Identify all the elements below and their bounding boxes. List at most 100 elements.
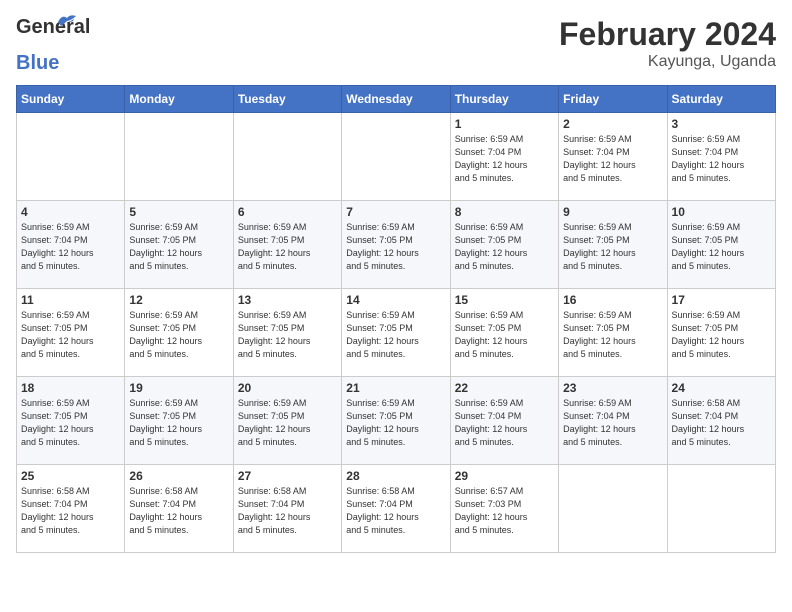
calendar-day-cell xyxy=(17,113,125,201)
day-info: Sunrise: 6:59 AM Sunset: 7:04 PM Dayligh… xyxy=(563,397,662,449)
day-info: Sunrise: 6:58 AM Sunset: 7:04 PM Dayligh… xyxy=(129,485,228,537)
calendar-day-cell: 14 Sunrise: 6:59 AM Sunset: 7:05 PM Dayli… xyxy=(342,289,450,377)
day-number: 16 xyxy=(563,293,662,307)
day-info: Sunrise: 6:59 AM Sunset: 7:05 PM Dayligh… xyxy=(563,309,662,361)
day-number: 7 xyxy=(346,205,445,219)
weekday-header-cell: Monday xyxy=(125,86,233,113)
calendar-week-row: 1Sunrise: 6:59 AM Sunset: 7:04 PM Daylig… xyxy=(17,113,776,201)
title-block: February 2024 Kayunga, Uganda xyxy=(559,16,776,71)
calendar-day-cell: 10Sunrise: 6:59 AM Sunset: 7:05 PM Dayli… xyxy=(667,201,775,289)
day-info: Sunrise: 6:59 AM Sunset: 7:05 PM Dayligh… xyxy=(238,309,337,361)
calendar-day-cell: 9Sunrise: 6:59 AM Sunset: 7:05 PM Daylig… xyxy=(559,201,667,289)
day-number: 18 xyxy=(21,381,120,395)
calendar-day-cell: 17 Sunrise: 6:59 AM Sunset: 7:05 PM Dayli… xyxy=(667,289,775,377)
day-number: 29 xyxy=(455,469,554,483)
day-number: 5 xyxy=(129,205,228,219)
logo: General Blue xyxy=(16,16,60,75)
calendar-day-cell: 3 Sunrise: 6:59 AM Sunset: 7:04 PM Daylig… xyxy=(667,113,775,201)
day-info: Sunrise: 6:59 AM Sunset: 7:04 PM Dayligh… xyxy=(455,133,554,185)
calendar-day-cell: 8 Sunrise: 6:59 AM Sunset: 7:05 PM Daylig… xyxy=(450,201,558,289)
month-year-title: February 2024 xyxy=(559,16,776,53)
logo-bird-icon xyxy=(56,12,78,30)
day-number: 28 xyxy=(346,469,445,483)
calendar-week-row: 18 Sunrise: 6:59 AM Sunset: 7:05 PM Dayli… xyxy=(17,377,776,465)
calendar-day-cell: 25Sunrise: 6:58 AM Sunset: 7:04 PM Dayli… xyxy=(17,465,125,553)
calendar-day-cell xyxy=(233,113,341,201)
calendar-day-cell: 1Sunrise: 6:59 AM Sunset: 7:04 PM Daylig… xyxy=(450,113,558,201)
weekday-header-cell: Wednesday xyxy=(342,86,450,113)
calendar-body: 1Sunrise: 6:59 AM Sunset: 7:04 PM Daylig… xyxy=(17,113,776,553)
day-number: 8 xyxy=(455,205,554,219)
day-info: Sunrise: 6:59 AM Sunset: 7:05 PM Dayligh… xyxy=(455,309,554,361)
calendar-day-cell: 24Sunrise: 6:58 AM Sunset: 7:04 PM Dayli… xyxy=(667,377,775,465)
day-info: Sunrise: 6:59 AM Sunset: 7:05 PM Dayligh… xyxy=(346,221,445,273)
weekday-header-cell: Thursday xyxy=(450,86,558,113)
calendar-day-cell: 7 Sunrise: 6:59 AM Sunset: 7:05 PM Daylig… xyxy=(342,201,450,289)
day-number: 14 xyxy=(346,293,445,307)
calendar-day-cell: 6 Sunrise: 6:59 AM Sunset: 7:05 PM Daylig… xyxy=(233,201,341,289)
day-number: 27 xyxy=(238,469,337,483)
calendar-day-cell: 15Sunrise: 6:59 AM Sunset: 7:05 PM Dayli… xyxy=(450,289,558,377)
day-info: Sunrise: 6:58 AM Sunset: 7:04 PM Dayligh… xyxy=(346,485,445,537)
calendar-day-cell: 11 Sunrise: 6:59 AM Sunset: 7:05 PM Dayli… xyxy=(17,289,125,377)
day-info: Sunrise: 6:59 AM Sunset: 7:05 PM Dayligh… xyxy=(346,309,445,361)
calendar-day-cell xyxy=(559,465,667,553)
calendar-day-cell xyxy=(125,113,233,201)
day-number: 3 xyxy=(672,117,771,131)
day-info: Sunrise: 6:58 AM Sunset: 7:04 PM Dayligh… xyxy=(21,485,120,537)
day-info: Sunrise: 6:59 AM Sunset: 7:05 PM Dayligh… xyxy=(238,397,337,449)
day-info: Sunrise: 6:59 AM Sunset: 7:05 PM Dayligh… xyxy=(129,221,228,273)
calendar-day-cell: 2 Sunrise: 6:59 AM Sunset: 7:04 PM Daylig… xyxy=(559,113,667,201)
day-number: 23 xyxy=(563,381,662,395)
calendar-week-row: 11 Sunrise: 6:59 AM Sunset: 7:05 PM Dayli… xyxy=(17,289,776,377)
calendar-day-cell: 27 Sunrise: 6:58 AM Sunset: 7:04 PM Dayli… xyxy=(233,465,341,553)
day-info: Sunrise: 6:59 AM Sunset: 7:05 PM Dayligh… xyxy=(672,221,771,273)
day-info: Sunrise: 6:59 AM Sunset: 7:05 PM Dayligh… xyxy=(455,221,554,273)
day-info: Sunrise: 6:59 AM Sunset: 7:05 PM Dayligh… xyxy=(21,309,120,361)
calendar-day-cell: 18 Sunrise: 6:59 AM Sunset: 7:05 PM Dayli… xyxy=(17,377,125,465)
day-number: 17 xyxy=(672,293,771,307)
location-subtitle: Kayunga, Uganda xyxy=(559,53,776,71)
calendar-day-cell: 16 Sunrise: 6:59 AM Sunset: 7:05 PM Dayli… xyxy=(559,289,667,377)
day-number: 22 xyxy=(455,381,554,395)
calendar-day-cell: 23 Sunrise: 6:59 AM Sunset: 7:04 PM Dayli… xyxy=(559,377,667,465)
day-number: 6 xyxy=(238,205,337,219)
day-info: Sunrise: 6:59 AM Sunset: 7:04 PM Dayligh… xyxy=(672,133,771,185)
calendar-week-row: 4 Sunrise: 6:59 AM Sunset: 7:04 PM Daylig… xyxy=(17,201,776,289)
day-info: Sunrise: 6:59 AM Sunset: 7:05 PM Dayligh… xyxy=(129,397,228,449)
day-info: Sunrise: 6:57 AM Sunset: 7:03 PM Dayligh… xyxy=(455,485,554,537)
day-info: Sunrise: 6:59 AM Sunset: 7:05 PM Dayligh… xyxy=(129,309,228,361)
day-info: Sunrise: 6:59 AM Sunset: 7:04 PM Dayligh… xyxy=(563,133,662,185)
calendar-day-cell: 22 Sunrise: 6:59 AM Sunset: 7:04 PM Dayli… xyxy=(450,377,558,465)
day-info: Sunrise: 6:59 AM Sunset: 7:04 PM Dayligh… xyxy=(455,397,554,449)
page-header: General Blue February 2024 Kayunga, Ugan… xyxy=(16,16,776,75)
calendar-day-cell: 13 Sunrise: 6:59 AM Sunset: 7:05 PM Dayli… xyxy=(233,289,341,377)
day-info: Sunrise: 6:59 AM Sunset: 7:04 PM Dayligh… xyxy=(21,221,120,273)
day-info: Sunrise: 6:59 AM Sunset: 7:05 PM Dayligh… xyxy=(21,397,120,449)
calendar-table: SundayMondayTuesdayWednesdayThursdayFrid… xyxy=(16,85,776,553)
day-number: 20 xyxy=(238,381,337,395)
weekday-header-cell: Saturday xyxy=(667,86,775,113)
calendar-day-cell: 5 Sunrise: 6:59 AM Sunset: 7:05 PM Daylig… xyxy=(125,201,233,289)
day-number: 9 xyxy=(563,205,662,219)
day-number: 12 xyxy=(129,293,228,307)
day-info: Sunrise: 6:58 AM Sunset: 7:04 PM Dayligh… xyxy=(238,485,337,537)
day-number: 4 xyxy=(21,205,120,219)
calendar-week-row: 25Sunrise: 6:58 AM Sunset: 7:04 PM Dayli… xyxy=(17,465,776,553)
weekday-header-cell: Sunday xyxy=(17,86,125,113)
day-number: 2 xyxy=(563,117,662,131)
logo-text: Blue xyxy=(16,52,59,75)
day-info: Sunrise: 6:59 AM Sunset: 7:05 PM Dayligh… xyxy=(672,309,771,361)
day-number: 13 xyxy=(238,293,337,307)
calendar-day-cell xyxy=(667,465,775,553)
calendar-day-cell: 19Sunrise: 6:59 AM Sunset: 7:05 PM Dayli… xyxy=(125,377,233,465)
calendar-day-cell: 4 Sunrise: 6:59 AM Sunset: 7:04 PM Daylig… xyxy=(17,201,125,289)
day-number: 11 xyxy=(21,293,120,307)
calendar-day-cell xyxy=(342,113,450,201)
logo-general: General xyxy=(16,16,90,38)
calendar-day-cell: 20 Sunrise: 6:59 AM Sunset: 7:05 PM Dayli… xyxy=(233,377,341,465)
logo-blue: Blue xyxy=(16,52,59,74)
calendar-day-cell: 12 Sunrise: 6:59 AM Sunset: 7:05 PM Dayli… xyxy=(125,289,233,377)
day-info: Sunrise: 6:58 AM Sunset: 7:04 PM Dayligh… xyxy=(672,397,771,449)
day-info: Sunrise: 6:59 AM Sunset: 7:05 PM Dayligh… xyxy=(238,221,337,273)
